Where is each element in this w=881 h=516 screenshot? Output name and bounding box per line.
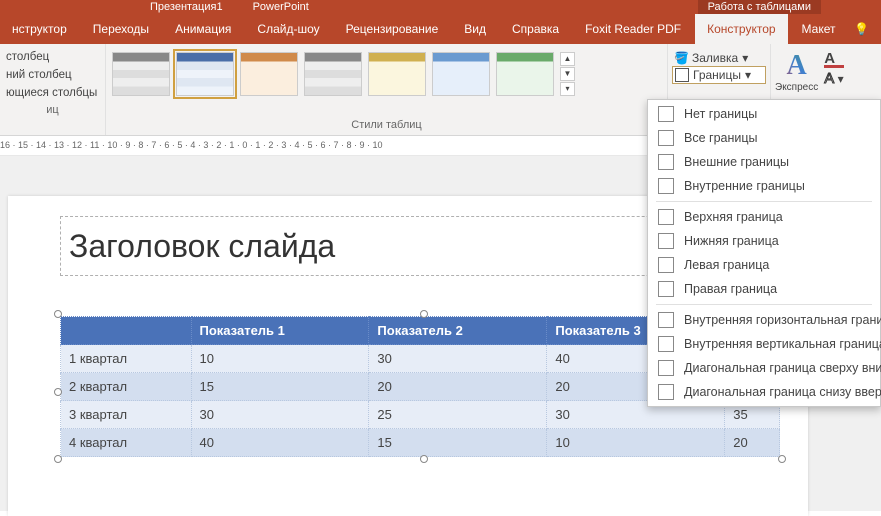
tab-slideshow[interactable]: Слайд-шоу (245, 14, 331, 44)
table-cell[interactable]: 10 (547, 429, 725, 457)
tab-view[interactable]: Вид (452, 14, 498, 44)
table-style-4[interactable] (304, 52, 362, 96)
table-cell[interactable]: 15 (369, 429, 547, 457)
table-header[interactable]: Показатель 1 (191, 317, 369, 345)
no-border-icon (658, 106, 674, 122)
border-inside[interactable]: Внутренние границы (648, 174, 880, 198)
table-cell[interactable]: 1 квартал (61, 345, 192, 373)
table-cell[interactable]: 40 (191, 429, 369, 457)
table-style-7[interactable] (496, 52, 554, 96)
table-cell[interactable]: 4 квартал (61, 429, 192, 457)
border-inside-v[interactable]: Внутренняя вертикальная граница (648, 332, 880, 356)
slide-title-text: Заголовок слайда (69, 228, 335, 265)
resize-handle-tl[interactable] (54, 310, 62, 318)
gallery-more-icon[interactable]: ▾ (560, 82, 575, 96)
wordart-quick-styles[interactable]: A Экспресс (775, 50, 818, 93)
border-all[interactable]: Все границы (648, 126, 880, 150)
table-header[interactable] (61, 317, 192, 345)
borders-icon (675, 68, 689, 82)
ribbon-tabs: нструктор Переходы Анимация Слайд-шоу Ре… (0, 14, 881, 44)
table-cell[interactable]: 20 (725, 429, 780, 457)
opt-first-col[interactable]: столбец (6, 48, 99, 66)
resize-handle-ml[interactable] (54, 388, 62, 396)
doc-name: Презентация1 (150, 1, 223, 13)
options-group-label: иц (0, 102, 105, 120)
tell-me-icon[interactable]: 💡 (850, 14, 874, 44)
table-cell[interactable]: 2 квартал (61, 373, 192, 401)
tab-table-design[interactable]: Конструктор (695, 14, 787, 44)
wordart-a-icon: A (775, 50, 818, 82)
inside-borders-icon (658, 178, 674, 194)
border-right[interactable]: Правая граница (648, 277, 880, 301)
table-cell[interactable]: 30 (191, 401, 369, 429)
bottom-border-icon (658, 233, 674, 249)
tab-table-layout[interactable]: Макет (790, 14, 848, 44)
diag-up-icon (658, 384, 674, 400)
table-styles-group: ▲ ▼ ▾ Стили таблиц (106, 44, 668, 135)
styles-group-label: Стили таблиц (106, 117, 667, 135)
border-inside-h[interactable]: Внутренняя горизонтальная граница (648, 308, 880, 332)
app-name: PowerPoint (253, 1, 309, 13)
tab-review[interactable]: Рецензирование (334, 14, 451, 44)
table-header[interactable]: Показатель 2 (369, 317, 547, 345)
text-fill-button[interactable]: A (824, 50, 844, 68)
outside-borders-icon (658, 154, 674, 170)
opt-last-col[interactable]: ний столбец (6, 66, 99, 84)
table-cell[interactable]: 30 (369, 345, 547, 373)
borders-button[interactable]: Границы ▾ (672, 66, 766, 84)
tab-help[interactable]: Справка (500, 14, 571, 44)
text-outline-button[interactable]: A ▾ (824, 70, 844, 87)
border-bottom[interactable]: Нижняя граница (648, 229, 880, 253)
border-outside[interactable]: Внешние границы (648, 150, 880, 174)
left-border-icon (658, 257, 674, 273)
table-cell[interactable]: 15 (191, 373, 369, 401)
fill-button[interactable]: 🪣 Заливка ▾ (672, 50, 766, 66)
table-cell[interactable]: 20 (369, 373, 547, 401)
gallery-down-icon[interactable]: ▼ (560, 67, 575, 81)
table-style-3[interactable] (240, 52, 298, 96)
borders-dropdown-menu: Нет границы Все границы Внешние границы … (647, 99, 881, 407)
tab-foxit[interactable]: Foxit Reader PDF (573, 14, 693, 44)
border-diag-down[interactable]: Диагональная граница сверху вниз (648, 356, 880, 380)
border-left[interactable]: Левая граница (648, 253, 880, 277)
inside-h-border-icon (658, 312, 674, 328)
gallery-up-icon[interactable]: ▲ (560, 52, 575, 66)
border-top[interactable]: Верхняя граница (648, 205, 880, 229)
tab-animation[interactable]: Анимация (163, 14, 243, 44)
tab-constructor-prev[interactable]: нструктор (0, 14, 79, 44)
menu-separator (656, 304, 872, 305)
all-borders-icon (658, 130, 674, 146)
resize-handle-tm[interactable] (420, 310, 428, 318)
diag-down-icon (658, 360, 674, 376)
table-style-2-selected[interactable] (176, 52, 234, 96)
table-style-5[interactable] (368, 52, 426, 96)
table-style-6[interactable] (432, 52, 490, 96)
inside-v-border-icon (658, 336, 674, 352)
right-border-icon (658, 281, 674, 297)
table-cell[interactable]: 10 (191, 345, 369, 373)
table-row: 4 квартал 40 15 10 20 (61, 429, 780, 457)
menu-separator (656, 201, 872, 202)
top-border-icon (658, 209, 674, 225)
table-cell[interactable]: 3 квартал (61, 401, 192, 429)
resize-handle-br[interactable] (778, 455, 786, 463)
tab-transitions[interactable]: Переходы (81, 14, 161, 44)
border-none[interactable]: Нет границы (648, 102, 880, 126)
table-options-group: столбец ний столбец ющиеся столбцы иц (0, 44, 106, 135)
table-cell[interactable]: 25 (369, 401, 547, 429)
opt-banded-cols[interactable]: ющиеся столбцы (6, 84, 99, 102)
resize-handle-bl[interactable] (54, 455, 62, 463)
title-bar: Презентация1 PowerPoint Работа с таблица… (0, 0, 881, 14)
context-tab-label: Работа с таблицами (698, 0, 821, 14)
table-style-1[interactable] (112, 52, 170, 96)
resize-handle-bm[interactable] (420, 455, 428, 463)
bucket-icon: 🪣 (674, 51, 688, 65)
border-diag-up[interactable]: Диагональная граница снизу вверх (648, 380, 880, 404)
